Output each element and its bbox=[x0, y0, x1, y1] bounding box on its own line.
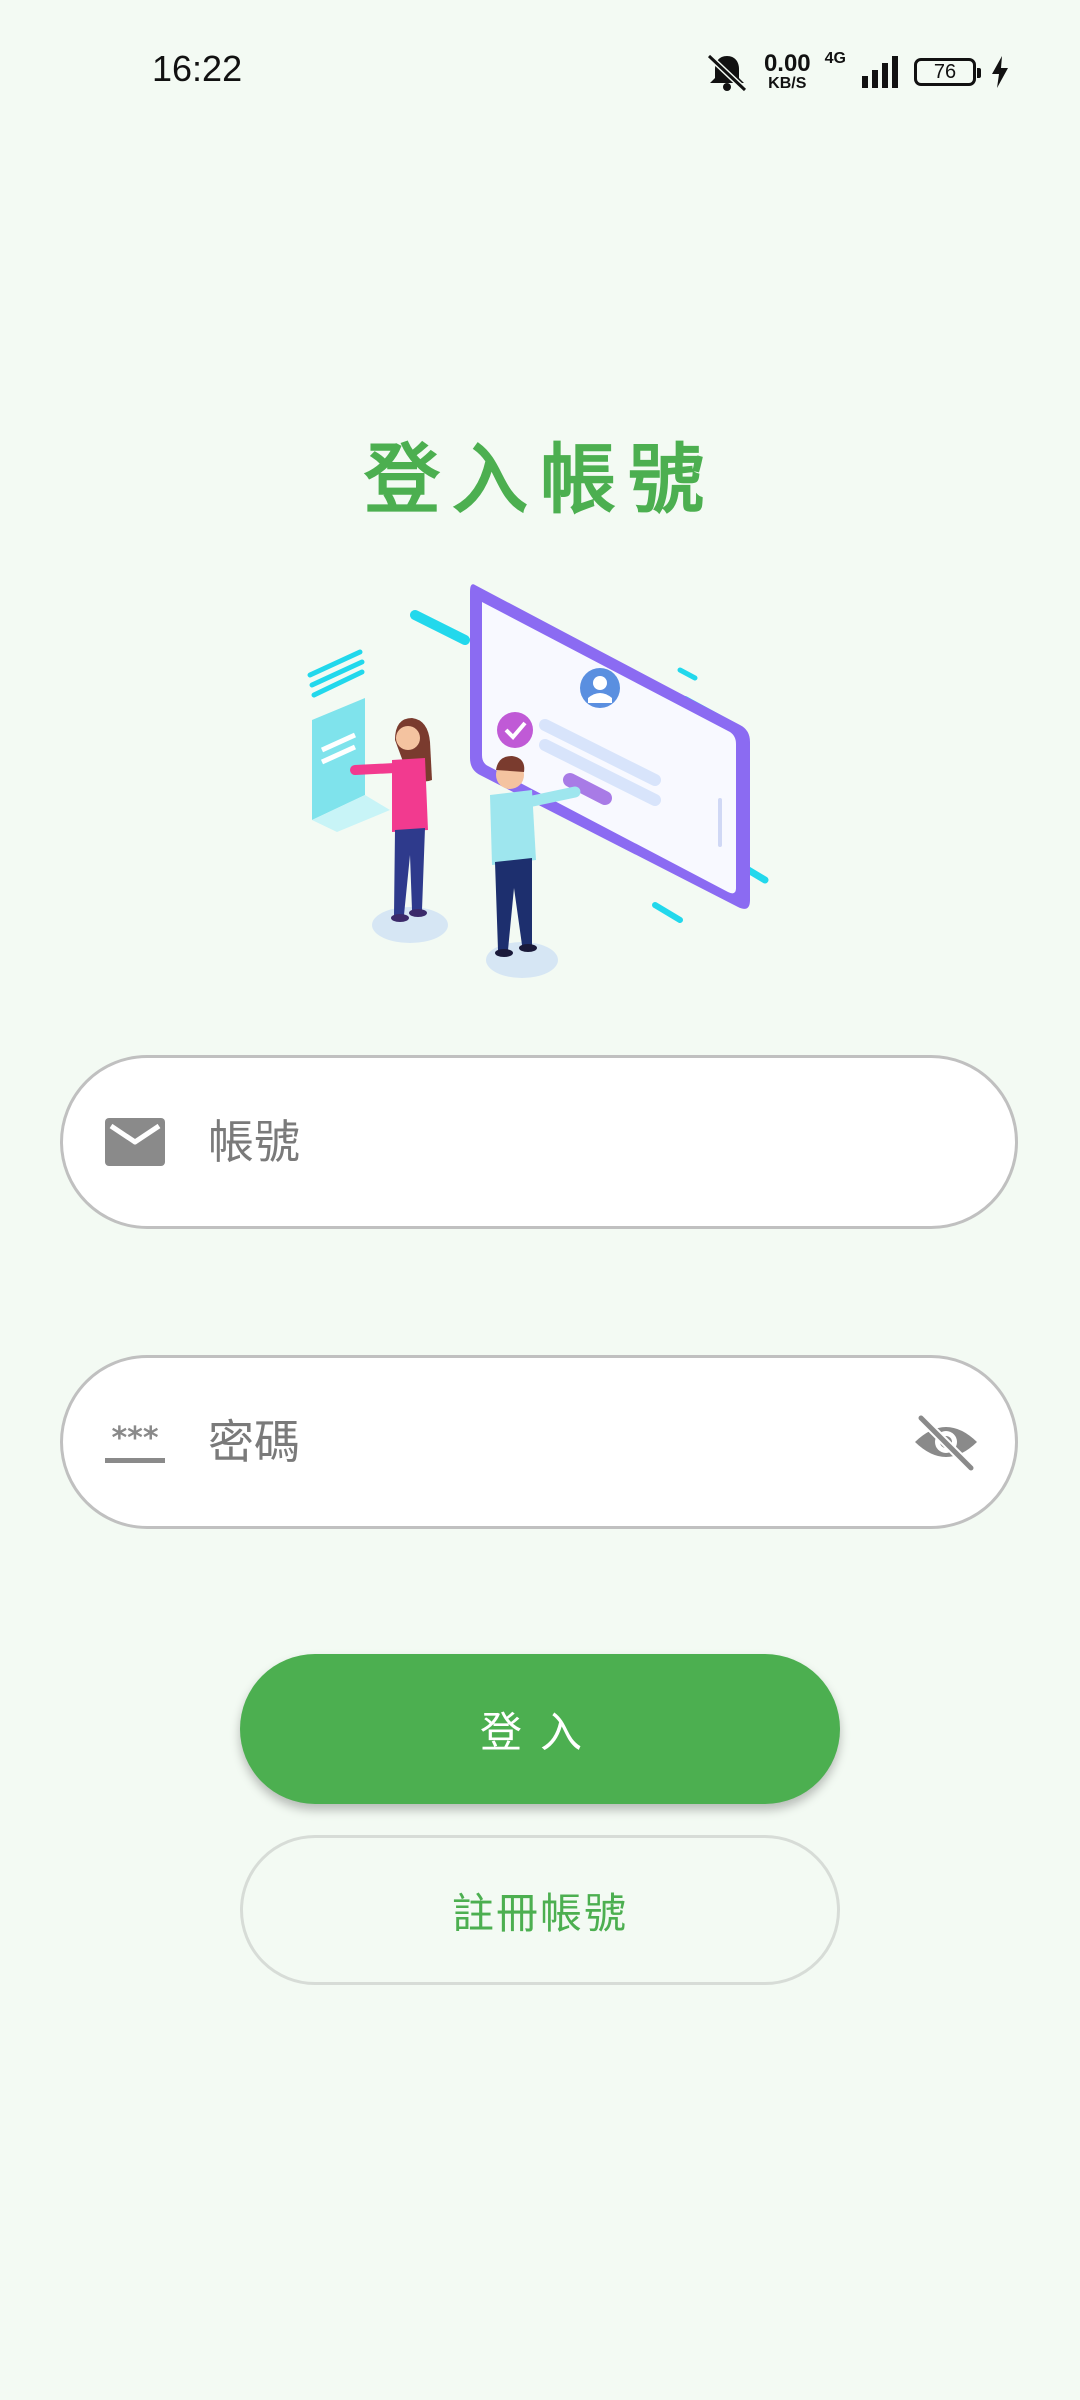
login-button[interactable]: 登入 bbox=[240, 1654, 840, 1804]
status-time: 16:22 bbox=[152, 48, 243, 89]
net-speed-unit: KB/S bbox=[768, 75, 807, 92]
login-illustration bbox=[307, 584, 769, 978]
register-button[interactable]: 註冊帳號 bbox=[240, 1835, 840, 1985]
mute-bell-icon bbox=[706, 53, 747, 92]
mail-icon bbox=[105, 1118, 165, 1166]
account-field[interactable] bbox=[60, 1055, 1018, 1229]
net-speed: 0.00 KB/S bbox=[764, 52, 811, 92]
net-speed-value: 0.00 bbox=[763, 50, 811, 77]
signal-icon bbox=[862, 56, 898, 88]
charging-bolt-icon bbox=[992, 56, 1008, 88]
battery-icon: 76 bbox=[914, 58, 981, 86]
password-field[interactable]: *** bbox=[60, 1355, 1018, 1529]
password-stars-icon: *** bbox=[105, 1421, 165, 1463]
page-title: 登入帳號 bbox=[364, 435, 716, 524]
account-input[interactable] bbox=[206, 1114, 895, 1170]
svg-text:***: *** bbox=[111, 1421, 158, 1456]
status-icons: 0.00 KB/S 4G 76 bbox=[704, 48, 1010, 96]
register-button-label: 註冊帳號 bbox=[451, 1888, 628, 1938]
battery-level: 76 bbox=[933, 60, 957, 83]
eye-off-icon[interactable] bbox=[911, 1412, 981, 1472]
status-bar: 16:22 0.00 KB/S 4G 76 bbox=[0, 0, 1080, 140]
login-button-label: 登入 bbox=[479, 1707, 600, 1757]
network-type: 4G bbox=[824, 50, 846, 67]
password-input[interactable] bbox=[206, 1414, 895, 1470]
